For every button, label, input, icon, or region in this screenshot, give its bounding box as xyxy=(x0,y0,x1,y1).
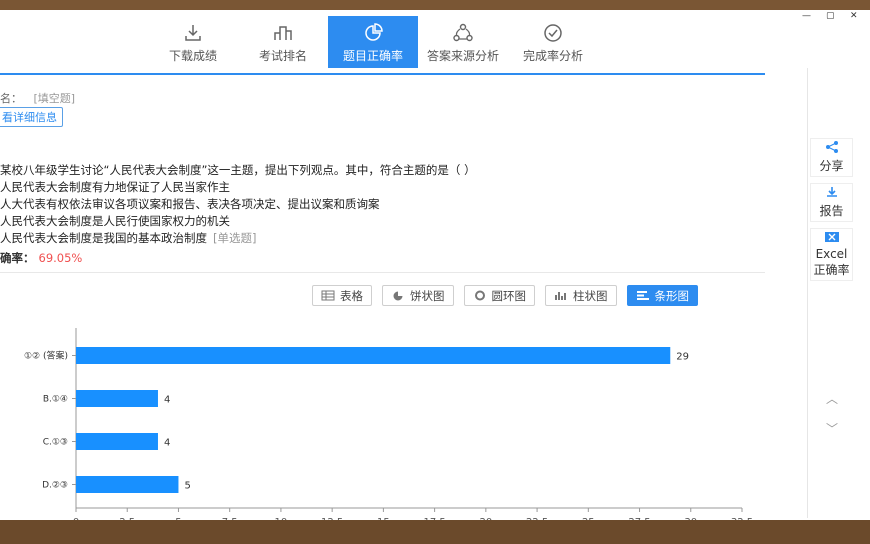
question-option: 人民代表大会制度有力地保证了人民当家作主 xyxy=(0,180,230,194)
chart-view-switcher: 表格 饼状图 圆环图 柱状图 条形图 xyxy=(312,285,698,306)
question-block: 某校八年级学生讨论“人民代表大会制度”这一主题，提出下列观点。其中，符合主题的是… xyxy=(0,162,476,247)
pie-icon xyxy=(393,291,403,301)
report-button[interactable]: 报告 xyxy=(810,183,853,222)
toolbar-label: 答案来源分析 xyxy=(426,49,499,63)
side-panel: 分享 报告 Excel 正确率 xyxy=(810,138,853,287)
accuracy-value: 69.05% xyxy=(38,251,83,265)
download-icon xyxy=(185,25,201,41)
toolbar-completion-button[interactable]: 完成率分析 xyxy=(508,16,598,68)
excel-accuracy-button[interactable]: Excel 正确率 xyxy=(810,228,853,281)
category-label: C.①③ xyxy=(43,438,68,448)
question-option-row: 人民代表大会制度是我国的基本政治制度 [单选题] xyxy=(0,230,476,247)
view-label: 圆环图 xyxy=(491,288,527,303)
share-icon xyxy=(825,141,838,153)
data-label: 29 xyxy=(676,352,689,363)
question-meta: 名： [填空题] xyxy=(0,90,75,106)
toolbar: 下载成绩 考试排名 题目正确率 答案来源分析 完成率分析 xyxy=(148,16,598,68)
window-controls: — ▢ ✕ xyxy=(802,12,860,21)
report-label: 报告 xyxy=(819,204,844,218)
share-label: 分享 xyxy=(819,159,844,173)
view-donut-button[interactable]: 圆环图 xyxy=(463,285,535,306)
meta-prefix: 名： xyxy=(0,92,22,105)
check-circle-icon xyxy=(544,24,562,42)
close-icon[interactable]: ✕ xyxy=(850,12,860,21)
data-label: 5 xyxy=(184,481,190,492)
ranking-icon xyxy=(274,26,292,40)
toolbar-accuracy-button[interactable]: 题目正确率 xyxy=(328,16,418,68)
excel-icon xyxy=(824,232,839,242)
view-details-button[interactable]: 看详细信息 xyxy=(0,107,63,127)
toolbar-download-button[interactable]: 下载成绩 xyxy=(148,16,238,68)
view-pie-button[interactable]: 饼状图 xyxy=(382,285,454,306)
table-icon xyxy=(321,290,335,301)
scroll-controls: ︿ ﹀ xyxy=(820,384,844,444)
category-label: B.①④ xyxy=(43,395,68,405)
scroll-down-icon[interactable]: ﹀ xyxy=(820,414,844,444)
share-button[interactable]: 分享 xyxy=(810,138,853,177)
view-label: 饼状图 xyxy=(410,288,445,303)
bar xyxy=(76,390,158,407)
toolbar-label: 完成率分析 xyxy=(522,49,583,63)
question-option: 人民代表大会制度是我国的基本政治制度 xyxy=(0,231,207,245)
panel-divider xyxy=(807,68,808,518)
view-label: 柱状图 xyxy=(573,288,608,303)
download-report-icon xyxy=(826,187,837,197)
bar-chart-icon xyxy=(636,291,649,300)
view-bar-button[interactable]: 条形图 xyxy=(626,285,698,306)
category-label: ①② (答案) xyxy=(24,350,68,362)
accuracy-label: 确率： xyxy=(0,251,35,265)
pie-chart-icon xyxy=(365,23,383,41)
app-window: — ▢ ✕ 下载成绩 考试排名 题目正确率 答案来源分析 完成率分析 名： [填… xyxy=(0,10,870,525)
donut-icon xyxy=(474,290,485,301)
data-label: 4 xyxy=(164,438,170,449)
toolbar-label: 题目正确率 xyxy=(342,49,403,63)
bar xyxy=(76,476,179,493)
frame-bottom xyxy=(0,520,870,544)
column-chart-icon xyxy=(555,292,566,300)
minimize-icon[interactable]: — xyxy=(802,12,812,21)
meta-tag: [填空题] xyxy=(33,92,76,105)
data-label: 4 xyxy=(164,395,170,406)
question-stem: 某校八年级学生讨论“人民代表大会制度”这一主题，提出下列观点。其中，符合主题的是… xyxy=(0,163,476,177)
toolbar-source-analysis-button[interactable]: 答案来源分析 xyxy=(418,16,508,68)
view-column-button[interactable]: 柱状图 xyxy=(545,285,617,306)
excel-label: Excel xyxy=(815,247,848,261)
view-label: 表格 xyxy=(340,288,363,303)
toolbar-underline xyxy=(0,73,765,75)
accuracy-rate: 确率： 69.05% xyxy=(0,250,82,266)
view-label: 条形图 xyxy=(654,288,690,303)
question-option: 人民代表大会制度是人民行使国家权力的机关 xyxy=(0,214,230,228)
section-divider xyxy=(0,272,765,273)
question-option: 人大代表有权依法审议各项议案和报告、表决各项决定、提出议案和质询案 xyxy=(0,197,380,211)
bar xyxy=(76,433,158,450)
toolbar-label: 下载成绩 xyxy=(168,49,217,63)
bar xyxy=(76,347,671,364)
view-table-button[interactable]: 表格 xyxy=(312,285,372,306)
source-analysis-icon xyxy=(453,23,473,42)
toolbar-ranking-button[interactable]: 考试排名 xyxy=(238,16,328,68)
category-label: D.②③ xyxy=(42,481,68,491)
scroll-up-icon[interactable]: ︿ xyxy=(820,384,844,414)
question-type-tag: [单选题] xyxy=(213,231,257,245)
accuracy-export-label: 正确率 xyxy=(813,263,850,277)
bar-chart: ①② (答案)29B.①④4C.①③4D.②③502.557.51012.515… xyxy=(24,328,753,525)
maximize-icon[interactable]: ▢ xyxy=(826,12,836,21)
toolbar-label: 考试排名 xyxy=(258,49,307,63)
